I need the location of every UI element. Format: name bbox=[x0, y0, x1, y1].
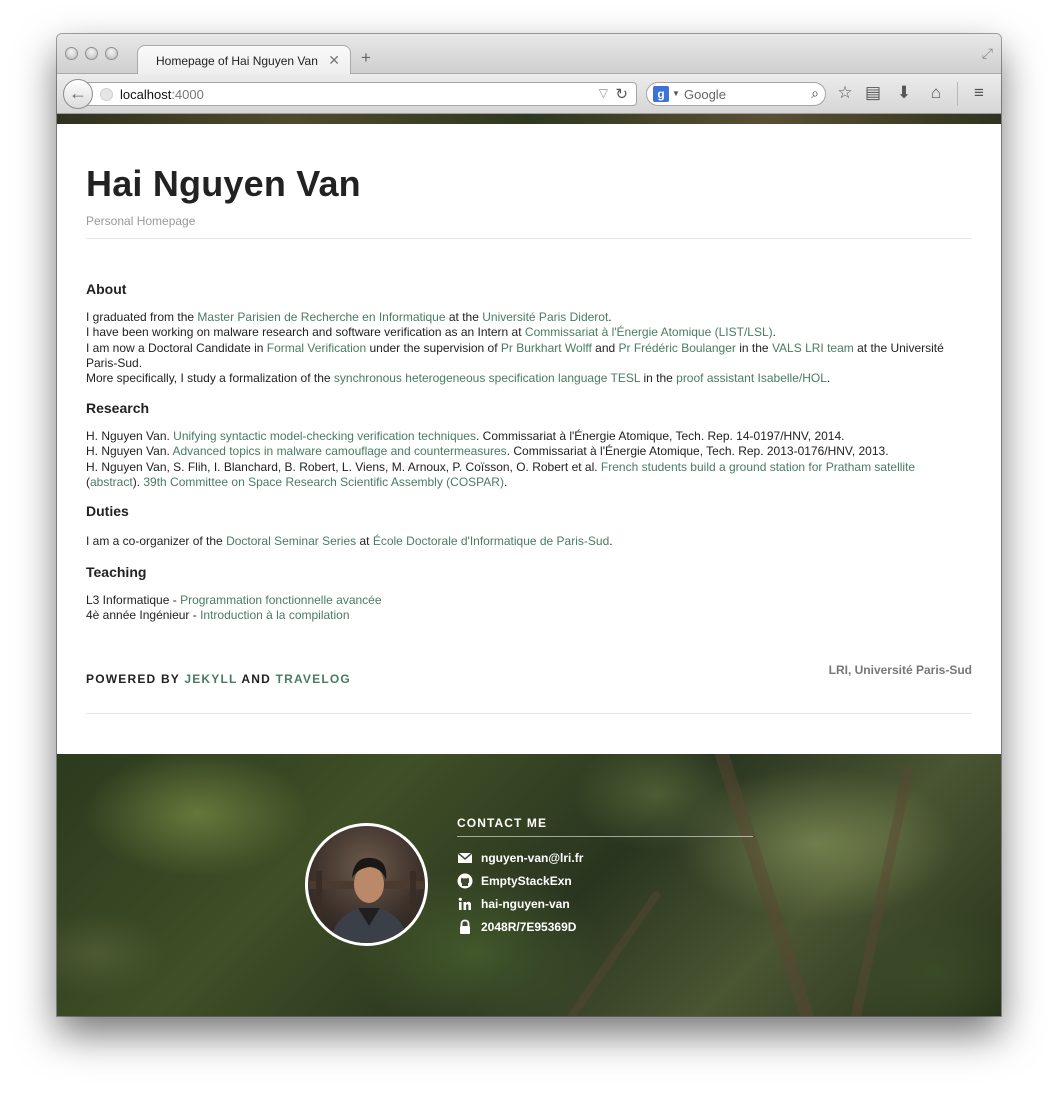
google-icon[interactable]: g bbox=[653, 86, 669, 102]
publication-item-continued: (abstract). 39th Committee on Space Rese… bbox=[86, 474, 508, 489]
link-travelog[interactable]: TRAVELOG bbox=[276, 672, 351, 686]
link-tesl[interactable]: synchronous heterogeneous specification … bbox=[334, 371, 640, 385]
teaching-item: 4è année Ingénieur - Introduction à la c… bbox=[86, 608, 350, 623]
duties-heading: Duties bbox=[86, 503, 129, 519]
site-identity-icon[interactable] bbox=[100, 88, 113, 101]
link-paris-diderot[interactable]: Université Paris Diderot bbox=[482, 310, 608, 324]
contact-footer: CONTACT ME nguyen-van@lri.fr EmptyStackE… bbox=[57, 754, 1001, 1016]
teaching-item: L3 Informatique - Programmation fonction… bbox=[86, 593, 382, 607]
back-button[interactable]: ← bbox=[63, 79, 93, 109]
background-branch bbox=[710, 754, 818, 1016]
link-abstract[interactable]: abstract bbox=[90, 475, 133, 489]
header-photo-strip bbox=[57, 114, 1001, 124]
header-divider bbox=[86, 238, 972, 239]
link-ecole-doctorale[interactable]: École Doctorale d'Informatique de Paris-… bbox=[373, 534, 609, 548]
teaching-heading: Teaching bbox=[86, 564, 147, 580]
link-publication-3[interactable]: French students build a ground station f… bbox=[601, 460, 915, 474]
tab-title: Homepage of Hai Nguyen Van bbox=[156, 54, 318, 68]
about-section: I graduated from the Master Parisien de … bbox=[86, 310, 972, 386]
search-icon[interactable]: ⌕ bbox=[811, 85, 819, 102]
link-burkhart-wolff[interactable]: Pr Burkhart Wolff bbox=[501, 341, 592, 355]
research-heading: Research bbox=[86, 400, 150, 416]
tab-bar: Homepage of Hai Nguyen Van ✕ + ⤢ bbox=[57, 34, 1001, 75]
site-subtitle: Personal Homepage bbox=[86, 214, 196, 228]
publication-item: H. Nguyen Van. Unifying syntactic model-… bbox=[86, 429, 845, 443]
lock-icon bbox=[460, 919, 470, 934]
url-text[interactable]: localhost:4000 bbox=[120, 87, 204, 102]
navigation-bar: localhost:4000 ▽ ↻ ← g ▼ Google ⌕ ☆ ▤ ⬇ … bbox=[57, 74, 1001, 114]
about-line-3: I am now a Doctoral Candidate in Formal … bbox=[86, 340, 944, 355]
background-branch bbox=[850, 765, 914, 1016]
link-cea[interactable]: Commissariat à l'Énergie Atomique (LIST/… bbox=[525, 325, 773, 339]
link-isabelle-hol[interactable]: proof assistant Isabelle/HOL bbox=[676, 371, 827, 385]
research-section: H. Nguyen Van. Unifying syntactic model-… bbox=[86, 429, 972, 490]
publication-item: H. Nguyen Van. Advanced topics in malwar… bbox=[86, 444, 889, 459]
teaching-section: L3 Informatique - Programmation fonction… bbox=[86, 593, 972, 624]
url-bar[interactable]: localhost:4000 ▽ ↻ bbox=[85, 82, 637, 106]
link-compilation[interactable]: Introduction à la compilation bbox=[200, 608, 349, 622]
bookmark-star-icon[interactable]: ☆ bbox=[834, 83, 856, 103]
link-cospar[interactable]: 39th Committee on Space Research Scienti… bbox=[143, 475, 504, 489]
fullscreen-icon[interactable]: ⤢ bbox=[982, 45, 993, 62]
link-formal-verification[interactable]: Formal Verification bbox=[267, 341, 366, 355]
new-tab-button[interactable]: + bbox=[361, 49, 371, 66]
link-jekyll[interactable]: JEKYLL bbox=[184, 672, 237, 686]
link-programmation-fonctionnelle[interactable]: Programmation fonctionnelle avancée bbox=[180, 593, 381, 607]
site-title: Hai Nguyen Van bbox=[86, 163, 361, 204]
menu-icon[interactable]: ≡ bbox=[968, 83, 990, 103]
page-content: Hai Nguyen Van Personal Homepage About I… bbox=[57, 114, 1001, 1016]
close-window-button[interactable] bbox=[65, 47, 78, 60]
link-doctoral-seminar[interactable]: Doctoral Seminar Series bbox=[226, 534, 356, 548]
link-mpri[interactable]: Master Parisien de Recherche en Informat… bbox=[197, 310, 445, 324]
url-history-dropdown-icon[interactable]: ▽ bbox=[599, 86, 608, 100]
publication-item: H. Nguyen Van, S. Flih, I. Blanchard, B.… bbox=[86, 459, 916, 474]
about-line-3b: Paris-Sud. bbox=[86, 355, 143, 370]
tab-close-icon[interactable]: ✕ bbox=[328, 52, 340, 69]
zoom-window-button[interactable] bbox=[105, 47, 118, 60]
browser-tab[interactable]: Homepage of Hai Nguyen Van ✕ bbox=[137, 45, 351, 75]
contact-heading: CONTACT ME bbox=[457, 816, 548, 830]
duties-section: I am a co-organizer of the Doctoral Semi… bbox=[86, 534, 972, 549]
about-line-1: I graduated from the Master Parisien de … bbox=[86, 310, 612, 324]
link-frederic-boulanger[interactable]: Pr Frédéric Boulanger bbox=[619, 341, 736, 355]
browser-window: Homepage of Hai Nguyen Van ✕ + ⤢ localho… bbox=[57, 34, 1001, 1016]
affiliation: LRI, Université Paris-Sud bbox=[828, 663, 972, 677]
contact-divider bbox=[457, 836, 753, 837]
linkedin-icon bbox=[458, 897, 471, 910]
downloads-icon[interactable]: ⬇ bbox=[893, 83, 915, 103]
link-publication-2[interactable]: Advanced topics in malware camouflage an… bbox=[173, 444, 507, 458]
about-line-2: I have been working on malware research … bbox=[86, 325, 776, 340]
footer-divider bbox=[86, 713, 972, 714]
avatar bbox=[305, 823, 428, 946]
powered-by: POWERED BY JEKYLL AND TRAVELOG bbox=[86, 672, 351, 686]
duties-line: I am a co-organizer of the Doctoral Semi… bbox=[86, 534, 613, 548]
mail-icon bbox=[457, 852, 473, 863]
search-bar[interactable]: g ▼ Google ⌕ bbox=[646, 82, 826, 106]
search-engine-dropdown-icon[interactable]: ▼ bbox=[672, 89, 680, 98]
toolbar-separator bbox=[957, 82, 958, 106]
about-line-4: More specifically, I study a formalizati… bbox=[86, 371, 831, 386]
about-heading: About bbox=[86, 281, 127, 297]
reload-icon[interactable]: ↻ bbox=[615, 85, 628, 103]
link-vals-lri-team[interactable]: VALS LRI team bbox=[772, 341, 854, 355]
bookmarks-list-icon[interactable]: ▤ bbox=[862, 83, 884, 103]
link-publication-1[interactable]: Unifying syntactic model-checking verifi… bbox=[173, 429, 476, 443]
home-icon[interactable]: ⌂ bbox=[925, 83, 947, 103]
back-arrow-icon: ← bbox=[69, 83, 87, 103]
minimize-window-button[interactable] bbox=[85, 47, 98, 60]
search-input[interactable]: Google bbox=[684, 87, 726, 102]
github-icon bbox=[457, 873, 473, 889]
